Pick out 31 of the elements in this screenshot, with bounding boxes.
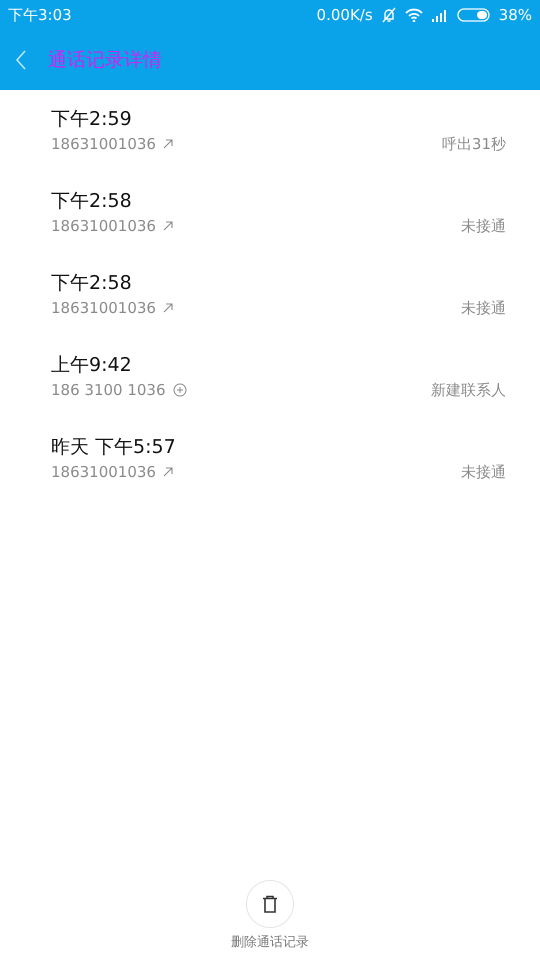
call-status: 呼出31秒 bbox=[442, 134, 506, 154]
phone-number: 186 3100 1036 bbox=[51, 381, 166, 399]
delete-button[interactable] bbox=[246, 880, 294, 928]
network-speed: 0.00K/s bbox=[316, 6, 373, 24]
phone-number: 18631001036 bbox=[51, 217, 156, 235]
battery-icon bbox=[456, 8, 491, 22]
outgoing-arrow-icon bbox=[162, 303, 173, 313]
call-time: 下午2:58 bbox=[51, 189, 133, 214]
screen-title: 通话记录详情 bbox=[48, 48, 162, 73]
battery-percent: 38% bbox=[498, 6, 532, 24]
call-time: 下午2:58 bbox=[51, 271, 133, 296]
call-status: 未接通 bbox=[461, 462, 506, 482]
trash-icon bbox=[261, 895, 279, 913]
outgoing-arrow-icon bbox=[162, 467, 173, 477]
call-time: 下午2:59 bbox=[51, 107, 133, 132]
clock-text: 下午3:03 bbox=[8, 6, 72, 24]
call-status: 未接通 bbox=[461, 298, 506, 318]
call-status: 新建联系人 bbox=[431, 380, 506, 400]
outgoing-arrow-icon bbox=[162, 139, 173, 149]
add-contact-icon bbox=[172, 383, 187, 397]
phone-number: 18631001036 bbox=[51, 463, 156, 481]
wifi-icon bbox=[404, 8, 423, 22]
call-time: 昨天 下午5:57 bbox=[51, 435, 177, 460]
outgoing-arrow-icon bbox=[162, 221, 173, 231]
call-time: 上午9:42 bbox=[51, 353, 133, 378]
phone-number: 18631001036 bbox=[51, 135, 156, 153]
delete-label: 删除通话记录 bbox=[231, 934, 309, 951]
signal-icon bbox=[430, 8, 449, 22]
phone-number: 18631001036 bbox=[51, 299, 156, 317]
bell-off-icon bbox=[380, 7, 397, 23]
call-status: 未接通 bbox=[461, 216, 506, 236]
